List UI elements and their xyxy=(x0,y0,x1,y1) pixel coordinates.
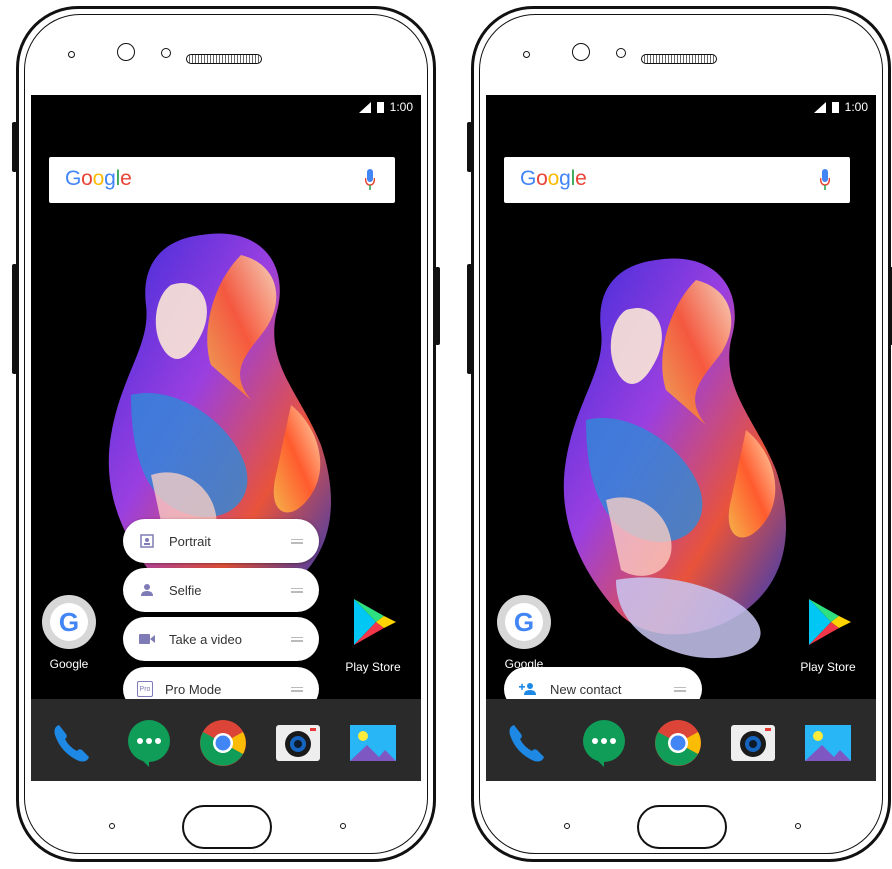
home-button[interactable] xyxy=(637,805,727,849)
screen: 1:00 Google G Google Play Store Portrait… xyxy=(31,95,421,781)
screen: 1:00 Google G Google Play Store New cont… xyxy=(486,95,876,781)
shortcut-take-video[interactable]: Take a video xyxy=(123,617,319,661)
dock xyxy=(31,699,421,781)
google-search-bar[interactable]: Google xyxy=(49,157,395,203)
shortcut-portrait[interactable]: Portrait xyxy=(123,519,319,563)
dock xyxy=(486,699,876,781)
chrome-app-icon[interactable] xyxy=(199,719,247,767)
sensor-icon xyxy=(68,51,75,58)
proximity-sensor-icon xyxy=(616,48,626,58)
selfie-icon xyxy=(137,580,157,600)
play-store-label: Play Store xyxy=(800,660,856,674)
hangouts-app-icon[interactable] xyxy=(580,719,628,767)
play-store-app[interactable]: Play Store xyxy=(335,595,411,674)
front-camera-icon xyxy=(572,43,590,61)
shortcut-label: Take a video xyxy=(169,631,242,647)
power-button xyxy=(12,264,17,374)
google-logo: Google xyxy=(65,167,132,190)
drag-handle-icon[interactable] xyxy=(291,685,303,694)
google-app-icon: G xyxy=(42,595,96,649)
status-time: 1:00 xyxy=(389,100,413,114)
status-bar: 1:00 xyxy=(813,99,868,115)
play-store-icon xyxy=(354,599,396,645)
recents-sensor-dot xyxy=(340,823,346,829)
shortcut-label: New contact xyxy=(550,681,622,697)
top-hardware xyxy=(19,43,433,69)
chrome-app-icon[interactable] xyxy=(654,719,702,767)
mic-icon[interactable] xyxy=(820,169,830,191)
google-app[interactable]: G Google xyxy=(486,595,562,671)
play-store-icon xyxy=(809,599,851,645)
shortcut-selfie[interactable]: Selfie xyxy=(123,568,319,612)
battery-icon xyxy=(831,101,839,113)
recents-sensor-dot xyxy=(795,823,801,829)
shortcut-label: Selfie xyxy=(169,582,202,598)
mic-icon[interactable] xyxy=(365,169,375,191)
google-logo: Google xyxy=(520,167,587,190)
google-app-icon: G xyxy=(497,595,551,649)
google-search-bar[interactable]: Google xyxy=(504,157,850,203)
back-sensor-dot xyxy=(109,823,115,829)
shortcut-label: Portrait xyxy=(169,533,211,549)
volume-button xyxy=(12,122,17,172)
front-camera-icon xyxy=(117,43,135,61)
phone-frame-right: 1:00 Google G Google Play Store New cont… xyxy=(467,6,892,862)
gallery-app-icon[interactable] xyxy=(804,719,852,767)
pro-mode-icon-text: Pro xyxy=(139,685,151,693)
pro-mode-icon: Pro xyxy=(137,681,153,697)
play-store-app[interactable]: Play Store xyxy=(790,595,866,674)
sensor-icon xyxy=(523,51,530,58)
power-button xyxy=(467,264,472,374)
wallpaper-art xyxy=(563,258,786,659)
drag-handle-icon[interactable] xyxy=(291,537,303,546)
drag-handle-icon[interactable] xyxy=(291,635,303,644)
status-time: 1:00 xyxy=(844,100,868,114)
earpiece-speaker xyxy=(186,54,262,64)
play-store-label: Play Store xyxy=(345,660,401,674)
drag-handle-icon[interactable] xyxy=(674,685,686,694)
google-app-label: Google xyxy=(49,657,89,671)
proximity-sensor-icon xyxy=(161,48,171,58)
camera-app-icon[interactable] xyxy=(274,719,322,767)
video-icon xyxy=(137,629,157,649)
drag-handle-icon[interactable] xyxy=(291,586,303,595)
google-app[interactable]: G Google xyxy=(31,595,107,671)
add-contact-icon xyxy=(518,679,538,699)
camera-app-icon[interactable] xyxy=(729,719,777,767)
top-hardware xyxy=(474,43,888,69)
phone-app-icon[interactable] xyxy=(49,719,97,767)
phone-app-icon[interactable] xyxy=(504,719,552,767)
portrait-icon xyxy=(137,531,157,551)
signal-icon xyxy=(813,101,826,113)
volume-button xyxy=(467,122,472,172)
phone-frame-left: 1:00 Google G Google Play Store Portrait… xyxy=(12,6,440,862)
signal-icon xyxy=(358,101,371,113)
hangouts-app-icon[interactable] xyxy=(125,719,173,767)
home-button[interactable] xyxy=(182,805,272,849)
gallery-app-icon[interactable] xyxy=(349,719,397,767)
shortcut-label: Pro Mode xyxy=(165,681,222,697)
earpiece-speaker xyxy=(641,54,717,64)
back-sensor-dot xyxy=(564,823,570,829)
battery-icon xyxy=(376,101,384,113)
status-bar: 1:00 xyxy=(358,99,413,115)
alert-slider xyxy=(435,267,440,345)
